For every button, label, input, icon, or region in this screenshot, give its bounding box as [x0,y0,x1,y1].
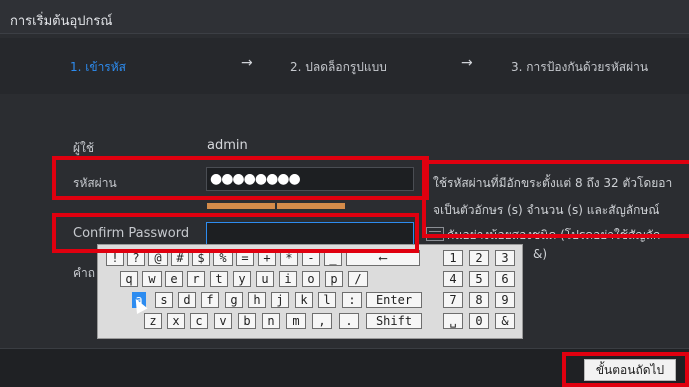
key[interactable]: x [167,313,185,329]
numpad-key[interactable]: 2 [469,250,489,266]
key[interactable]: m [286,313,306,329]
numpad-key[interactable]: & [495,313,515,329]
key[interactable]: f [201,292,219,308]
window-title: การเริ่มต้นอุปกรณ์ [10,14,113,29]
highlight-password-row [52,156,429,200]
shift-key[interactable]: Shift [366,313,422,329]
space-key[interactable]: ␣ [443,313,463,329]
key[interactable]: u [256,271,274,287]
key[interactable]: k [295,292,313,308]
numpad-key[interactable]: 8 [469,292,489,308]
password-strength-bar-1 [207,203,275,209]
step-3-password-protection: 3. การป้องกันด้วยรหัสผ่าน [511,60,649,74]
key[interactable]: i [279,271,297,287]
key[interactable]: g [225,292,243,308]
arrow-right-icon: → [461,55,473,71]
key[interactable]: : [342,292,362,308]
key[interactable]: y [233,271,251,287]
key[interactable]: e [165,271,183,287]
security-question-label: คำถ [73,266,96,280]
key[interactable]: r [187,271,205,287]
key[interactable]: / [348,271,368,287]
numpad-key[interactable]: 9 [495,292,515,308]
key[interactable]: l [318,292,336,308]
key[interactable]: , [312,313,332,329]
highlight-next-step-button [562,352,689,387]
virtual-keyboard: ! ? @ # $ % = + * - _ ⟵ q w e r t y u i … [97,244,523,339]
highlight-confirm-password-row [52,213,419,253]
numpad-key[interactable]: 4 [443,271,463,287]
key[interactable]: j [271,292,289,308]
key[interactable]: . [339,313,359,329]
key[interactable]: t [210,271,228,287]
step-indicator: 1. เข้ารหัส → 2. ปลดล็อกรูปแบบ → 3. การป… [0,38,689,94]
numpad-key[interactable]: 6 [495,271,515,287]
enter-key[interactable]: Enter [366,292,422,308]
key[interactable]: v [214,313,232,329]
title-bar: การเริ่มต้นอุปกรณ์ [0,0,689,34]
numpad-key[interactable]: 5 [469,271,489,287]
user-value: admin [207,138,248,153]
numpad-key[interactable]: 7 [443,292,463,308]
password-hint-line-4: &) [533,247,548,261]
highlight-password-hint [422,160,689,238]
key[interactable]: s [155,292,173,308]
key[interactable]: q [120,271,138,287]
key[interactable]: b [238,313,256,329]
numpad-key[interactable]: 0 [469,313,489,329]
arrow-right-icon: → [241,55,253,71]
numpad-key[interactable]: 3 [495,250,515,266]
key[interactable]: h [248,292,266,308]
step-2-unlock-pattern: 2. ปลดล็อกรูปแบบ [290,60,387,74]
step-1-encrypt: 1. เข้ารหัส [70,60,126,74]
key[interactable]: d [178,292,196,308]
key[interactable]: w [142,271,162,287]
password-strength-bar-2 [277,203,345,209]
key[interactable]: z [144,313,162,329]
key[interactable]: n [262,313,280,329]
key[interactable]: c [190,313,208,329]
numpad-key[interactable]: 1 [443,250,463,266]
key[interactable]: o [302,271,320,287]
key[interactable]: p [325,271,343,287]
